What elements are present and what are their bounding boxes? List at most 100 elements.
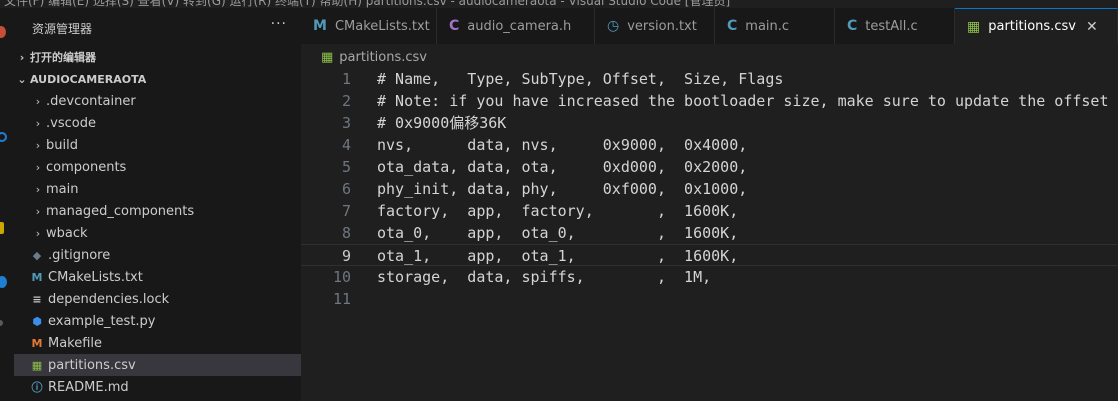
line-number: 5: [341, 158, 351, 176]
title-bar: 文件(F) 编辑(E) 选择(S) 查看(V) 转到(G) 运行(R) 终端(T…: [0, 0, 1118, 8]
line-number: 6: [341, 180, 351, 198]
tree-file[interactable]: ⓘ README.md: [14, 376, 301, 398]
tree-file[interactable]: ⬢ example_test.py: [14, 310, 301, 332]
tab-main-c[interactable]: Cmain.c: [715, 8, 835, 44]
line-number: 9: [341, 247, 351, 265]
breadcrumb: ▦ partitions.csv: [301, 46, 427, 68]
chevron-right-icon: ›: [35, 116, 41, 130]
remote-icon[interactable]: [0, 132, 7, 142]
line-text: ota_data, data, ota, 0xd000, 0x2000,: [377, 158, 748, 176]
tree-file[interactable]: M CMakeLists.txt: [14, 266, 301, 288]
open-editors-section[interactable]: › 打开的编辑器: [14, 46, 301, 68]
tab-label: CMakeLists.txt: [334, 18, 430, 34]
line-text: ota_1, app, ota_1, , 1600K,: [377, 247, 739, 265]
tree-file[interactable]: ◆ .gitignore: [14, 244, 301, 266]
code-line[interactable]: 8 ota_0, app, ota_0, , 1600K,: [301, 222, 1118, 244]
breadcrumb-file[interactable]: partitions.csv: [339, 50, 427, 65]
line-text: ota_0, app, ota_0, , 1600K,: [377, 224, 739, 242]
project-section[interactable]: ⌄ AUDIOCAMERAOTA: [14, 68, 301, 90]
tree-item-label: components: [46, 159, 127, 175]
activity-bar: [0, 8, 15, 401]
tree-item-label: wback: [46, 225, 88, 241]
code-line[interactable]: 9 ota_1, app, ota_1, , 1600K,: [301, 244, 1118, 266]
explorer-header: 资源管理器 ···: [14, 16, 301, 40]
git-diamond-icon: ◆: [32, 248, 42, 262]
tree-item-label: example_test.py: [48, 313, 156, 329]
tab-bar: M CMakeLists.txt Caudio_camera.h ◷ version.t…: [301, 8, 1118, 44]
chevron-right-icon: ›: [35, 138, 41, 152]
tree-folder[interactable]: › managed_components: [14, 200, 301, 222]
code-line[interactable]: 1 # Name, Type, SubType, Offset, Size, Fl…: [301, 68, 1118, 90]
tab-label: audio_camera.h: [467, 18, 572, 34]
line-number: 1: [341, 70, 351, 88]
tree-item-label: build: [46, 137, 78, 153]
clock-icon: ◷: [607, 18, 620, 34]
menu-bar-ghost-text: 文件(F) 编辑(E) 选择(S) 查看(V) 转到(G) 运行(R) 终端(T…: [4, 0, 731, 8]
tab-partitions-csv[interactable]: ▦ partitions.csv ✕: [955, 8, 1118, 44]
tab-label: partitions.csv: [988, 19, 1076, 34]
c-file-icon: C: [847, 18, 858, 34]
close-icon[interactable]: ✕: [1086, 19, 1098, 35]
tree-folder[interactable]: › .devcontainer: [14, 90, 301, 112]
chevron-right-icon: ›: [19, 50, 25, 64]
explorer-sidebar: 资源管理器 ··· › 打开的编辑器 ⌄ AUDIOCAMERAOTA › .de…: [14, 8, 301, 401]
python-icon: ⬢: [32, 314, 42, 328]
tree-item-label: .gitignore: [48, 247, 111, 263]
chevron-down-icon: ⌄: [17, 72, 27, 86]
tree-file[interactable]: M Makefile: [14, 332, 301, 354]
line-text: nvs, data, nvs, 0x9000, 0x4000,: [377, 136, 748, 154]
tree-folder[interactable]: › build: [14, 134, 301, 156]
csv-table-icon: ▦: [31, 358, 43, 372]
tree-item-label: dependencies.lock: [48, 291, 170, 307]
line-number: 10: [332, 268, 351, 286]
line-number: 2: [341, 92, 351, 110]
code-line[interactable]: 11: [301, 288, 1118, 310]
code-line[interactable]: 4 nvs, data, nvs, 0x9000, 0x4000,: [301, 134, 1118, 156]
line-text: phy_init, data, phy, 0xf000, 0x1000,: [377, 180, 748, 198]
line-text: storage, data, spiffs, , 1M,: [377, 268, 712, 286]
tree-item-label: CMakeLists.txt: [48, 269, 143, 285]
line-text: # 0x9000偏移36K: [377, 114, 507, 132]
account-icon[interactable]: [0, 276, 7, 288]
tree-folder[interactable]: › wback: [14, 222, 301, 244]
chevron-right-icon: ›: [35, 226, 41, 240]
line-number: 11: [332, 290, 351, 308]
tree-folder[interactable]: › components: [14, 156, 301, 178]
line-text: factory, app, factory, , 1600K,: [377, 202, 739, 220]
chevron-right-icon: ›: [35, 160, 41, 174]
code-line[interactable]: 6 phy_init, data, phy, 0xf000, 0x1000,: [301, 178, 1118, 200]
tree-file[interactable]: ≡ dependencies.lock: [14, 288, 301, 310]
cmake-icon: M: [313, 18, 327, 34]
csv-table-icon: ▦: [967, 18, 981, 35]
tree-item-label: Makefile: [48, 335, 103, 351]
tree-folder[interactable]: › .vscode: [14, 112, 301, 134]
code-line[interactable]: 3 # 0x9000偏移36K: [301, 112, 1118, 134]
code-line[interactable]: 10 storage, data, spiffs, , 1M,: [301, 266, 1118, 288]
editor-area: M CMakeLists.txt Caudio_camera.h ◷ version.t…: [301, 8, 1118, 401]
tab-cmakelists-txt[interactable]: M CMakeLists.txt: [301, 8, 437, 44]
extension-icon[interactable]: [0, 26, 6, 38]
tree-folder[interactable]: › main: [14, 178, 301, 200]
lines-icon: ≡: [32, 292, 42, 306]
tab-label: version.txt: [627, 18, 697, 34]
c-header-icon: C: [449, 18, 460, 34]
code-line[interactable]: 5 ota_data, data, ota, 0xd000, 0x2000,: [301, 156, 1118, 178]
settings-icon[interactable]: [0, 320, 3, 326]
tab-audio-camera-h[interactable]: Caudio_camera.h: [437, 8, 595, 44]
explorer-title: 资源管理器: [32, 22, 93, 36]
more-actions-icon[interactable]: ···: [271, 16, 287, 32]
tab-label: main.c: [745, 18, 790, 34]
code-editor[interactable]: 1 # Name, Type, SubType, Offset, Size, Fl…: [301, 68, 1118, 310]
tab-version-txt[interactable]: ◷ version.txt: [595, 8, 715, 44]
tree-item-label: .vscode: [46, 115, 96, 131]
code-line[interactable]: 2 # Note: if you have increased the bootl…: [301, 90, 1118, 112]
code-line[interactable]: 7 factory, app, factory, , 1600K,: [301, 200, 1118, 222]
esp-idf-icon[interactable]: [0, 222, 4, 234]
tree-file[interactable]: ▦ partitions.csv: [14, 354, 301, 376]
tree-item-label: README.md: [48, 379, 129, 395]
line-number: 8: [341, 224, 351, 242]
line-number: 7: [341, 202, 351, 220]
tab-testall-c[interactable]: CtestAll.c: [835, 8, 955, 44]
line-number: 3: [341, 114, 351, 132]
tree-item-label: partitions.csv: [48, 357, 136, 373]
